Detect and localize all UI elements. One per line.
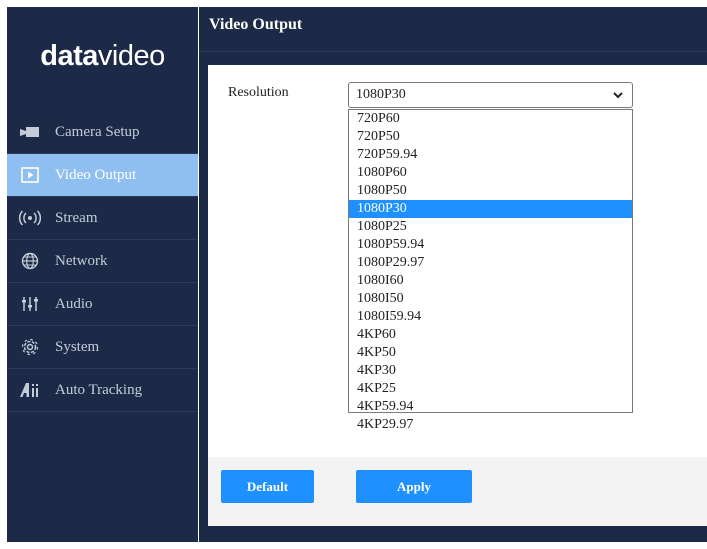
resolution-option[interactable]: 4KP25: [349, 380, 632, 398]
resolution-option[interactable]: 4KP50: [349, 344, 632, 362]
sidebar-item-label: Video Output: [55, 166, 137, 183]
logo-text-thin: video: [97, 39, 165, 72]
sidebar-item-label: Audio: [55, 295, 93, 312]
resolution-option[interactable]: 1080P29.97: [349, 254, 632, 272]
sidebar-item-audio[interactable]: Audio: [7, 283, 198, 326]
default-button[interactable]: Default: [221, 470, 314, 503]
resolution-option[interactable]: 4KP30: [349, 362, 632, 380]
gear-icon: [19, 337, 41, 357]
sidebar-item-camera-setup[interactable]: Camera Setup: [7, 111, 198, 154]
resolution-option[interactable]: 1080I59.94: [349, 308, 632, 326]
sidebar-item-label: Stream: [55, 209, 98, 226]
camera-icon: [19, 122, 41, 142]
sidebar-item-stream[interactable]: Stream: [7, 197, 198, 240]
resolution-option[interactable]: 4KP59.94: [349, 398, 632, 416]
page-title: Video Output: [209, 16, 303, 33]
datavideo-logo: data video: [7, 7, 198, 105]
globe-icon: [19, 251, 41, 271]
resolution-label: Resolution: [228, 85, 289, 100]
chevron-down-icon: [612, 88, 624, 107]
sidebar-item-network[interactable]: Network: [7, 240, 198, 283]
resolution-option[interactable]: 1080P60: [349, 164, 632, 182]
resolution-options-list: 720P60 720P50 720P59.94 1080P60 1080P50 …: [348, 109, 633, 432]
resolution-option[interactable]: 1080I60: [349, 272, 632, 290]
resolution-option[interactable]: 720P50: [349, 128, 632, 146]
resolution-option[interactable]: 4KP29.97: [349, 416, 632, 434]
sidebar-item-video-output[interactable]: Video Output: [7, 154, 198, 197]
resolution-selected-value: 1080P30: [356, 87, 406, 102]
resolution-option[interactable]: 720P59.94: [349, 146, 632, 164]
resolution-option[interactable]: 720P60: [349, 110, 632, 128]
resolution-option[interactable]: 1080I50: [349, 290, 632, 308]
sidebar-item-label: Auto Tracking: [55, 381, 143, 398]
audio-mixer-icon: [19, 294, 41, 314]
sidebar: data video Camera Setup Video Output Stre…: [7, 7, 198, 542]
sidebar-item-label: System: [55, 338, 100, 355]
auto-tracking-icon: [19, 380, 41, 400]
resolution-option[interactable]: 1080P25: [349, 218, 632, 236]
logo-text-bold: data: [40, 39, 98, 72]
apply-button[interactable]: Apply: [356, 470, 472, 503]
sidebar-item-label: Camera Setup: [55, 123, 140, 140]
resolution-option[interactable]: 4KP60: [349, 326, 632, 344]
resolution-option[interactable]: 1080P50: [349, 182, 632, 200]
sidebar-item-system[interactable]: System: [7, 326, 198, 369]
settings-panel: Resolution 1080P30 720P60 720P50 720P59.…: [208, 65, 707, 526]
sidebar-item-label: Network: [55, 252, 108, 269]
broadcast-icon: [19, 208, 41, 228]
resolution-select[interactable]: 1080P30: [348, 82, 633, 108]
resolution-option-highlighted[interactable]: 1080P30: [349, 200, 632, 218]
resolution-option[interactable]: 1080P59.94: [349, 236, 632, 254]
title-divider: [199, 51, 707, 52]
sidebar-item-auto-tracking[interactable]: Auto Tracking: [7, 369, 198, 412]
video-play-icon: [19, 165, 41, 185]
sidebar-nav: Camera Setup Video Output Stream Network…: [7, 111, 198, 412]
main-content: Video Output Resolution 1080P30 720P60 7…: [199, 7, 707, 542]
